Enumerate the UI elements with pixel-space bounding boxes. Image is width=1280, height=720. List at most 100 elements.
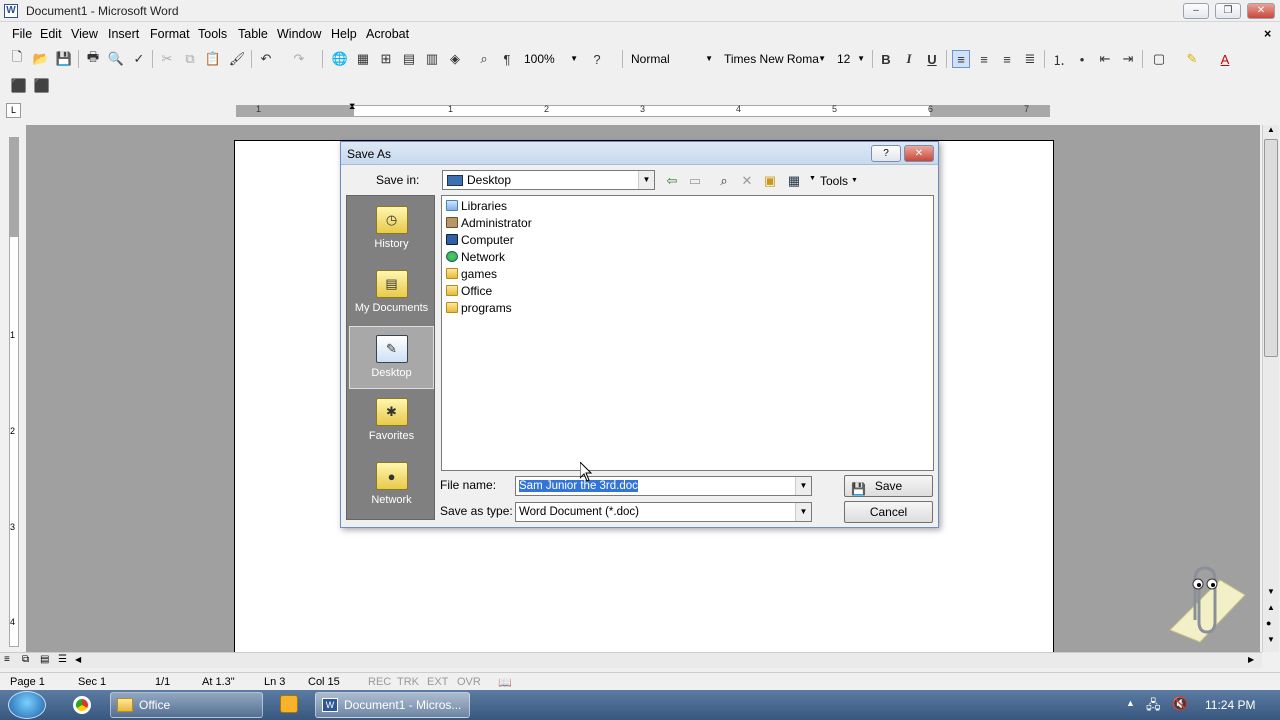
help-icon[interactable]: ?: [588, 50, 606, 68]
dialog-help-button[interactable]: ?: [871, 145, 901, 162]
chevron-down-icon[interactable]: ▼: [795, 477, 811, 495]
list-item[interactable]: Office: [446, 283, 492, 299]
horizontal-scrollbar[interactable]: ≡ ⧉ ▤ ☰ ◀ ▶: [0, 652, 1262, 668]
clock[interactable]: 11:24 PM: [1205, 698, 1255, 712]
menu-view[interactable]: View: [71, 27, 98, 41]
cut-icon[interactable]: ✂: [158, 50, 176, 68]
spelling-status-icon[interactable]: 📖: [498, 676, 512, 689]
tables-borders-icon[interactable]: ▦: [354, 50, 372, 68]
browse-object-icon[interactable]: ●: [1266, 618, 1271, 628]
document-close-icon[interactable]: ×: [1264, 27, 1271, 41]
list-item[interactable]: Network: [446, 249, 505, 265]
highlight-icon[interactable]: ✎: [1183, 50, 1201, 68]
indent-marker[interactable]: ⧗: [349, 101, 355, 112]
format-painter-icon[interactable]: 🖌: [228, 50, 246, 68]
increase-indent-icon[interactable]: ⇥: [1119, 50, 1137, 68]
scroll-up-icon[interactable]: ▲: [1267, 125, 1275, 134]
minimize-button[interactable]: –: [1183, 3, 1209, 19]
next-page-icon[interactable]: ▼: [1267, 635, 1275, 644]
print-view-icon[interactable]: ▤: [40, 654, 49, 665]
menu-file[interactable]: File: [12, 27, 32, 41]
font-select[interactable]: Times New Roma ▼: [719, 49, 829, 69]
save-disk-icon[interactable]: 💾: [55, 50, 73, 68]
font-color-icon[interactable]: A: [1216, 50, 1234, 68]
chrome-icon[interactable]: [73, 696, 91, 714]
scroll-right-icon[interactable]: ▶: [1248, 655, 1254, 664]
scroll-thumb[interactable]: [1264, 139, 1278, 357]
place-my-documents[interactable]: ▤ My Documents: [349, 262, 434, 325]
network-icon[interactable]: 🖧: [1146, 696, 1161, 718]
new-document-icon[interactable]: 🗋: [8, 49, 26, 68]
list-item[interactable]: Administrator: [446, 215, 532, 231]
previous-page-icon[interactable]: ▲: [1267, 603, 1275, 612]
align-left-icon[interactable]: ≡: [952, 50, 970, 68]
file-name-input[interactable]: Sam Junior the 3rd.doc ▼: [515, 476, 812, 496]
drawing-icon[interactable]: ◈: [446, 50, 464, 68]
status-ext[interactable]: EXT: [427, 676, 448, 688]
place-favorites[interactable]: ✱ Favorites: [349, 390, 434, 453]
list-item[interactable]: games: [446, 266, 497, 282]
save-as-type-select[interactable]: Word Document (*.doc) ▼: [515, 502, 812, 522]
chevron-down-icon[interactable]: ▼: [809, 175, 816, 182]
tray-expand-icon[interactable]: ▲: [1126, 698, 1135, 708]
menu-help[interactable]: Help: [331, 27, 357, 41]
status-rec[interactable]: REC: [368, 676, 391, 688]
style-select[interactable]: Normal ▼: [626, 49, 716, 69]
paste-icon[interactable]: 📋: [204, 50, 222, 68]
status-ovr[interactable]: OVR: [457, 676, 481, 688]
menu-table[interactable]: Table: [238, 27, 268, 41]
menu-insert[interactable]: Insert: [108, 27, 139, 41]
office-assistant-clippy[interactable]: [1160, 560, 1250, 645]
numbering-icon[interactable]: ⒈: [1050, 50, 1068, 68]
scroll-left-icon[interactable]: ◀: [75, 655, 81, 664]
list-item[interactable]: Computer: [446, 232, 514, 248]
menu-acrobat[interactable]: Acrobat: [366, 27, 409, 41]
columns-icon[interactable]: ▥: [423, 50, 441, 68]
place-desktop[interactable]: ✎ Desktop: [349, 326, 434, 389]
delete-icon[interactable]: ✕: [738, 173, 756, 189]
justify-icon[interactable]: ≣: [1021, 50, 1039, 68]
list-item[interactable]: Libraries: [446, 198, 507, 214]
new-folder-icon[interactable]: ▣: [761, 173, 779, 189]
print-icon[interactable]: 🖶: [84, 49, 102, 68]
insert-excel-icon[interactable]: ▤: [400, 50, 418, 68]
redo-icon[interactable]: ↷: [290, 50, 308, 68]
pdf-convert-icon[interactable]: ⬛: [10, 77, 28, 95]
file-list[interactable]: Libraries Administrator Computer Network…: [441, 195, 934, 471]
close-button[interactable]: ✕: [1247, 3, 1275, 19]
scroll-down-icon[interactable]: ▼: [1267, 587, 1275, 596]
media-player-icon[interactable]: [280, 695, 298, 713]
taskbar-word-button[interactable]: W Document1 - Micros...: [315, 692, 470, 718]
volume-muted-icon[interactable]: 🔇: [1172, 696, 1188, 712]
menu-format[interactable]: Format: [150, 27, 190, 41]
print-preview-icon[interactable]: 🔍: [107, 50, 125, 68]
dialog-close-button[interactable]: ✕: [904, 145, 934, 162]
menu-window[interactable]: Window: [277, 27, 321, 41]
font-size-select[interactable]: 12 ▼: [832, 49, 868, 69]
copy-icon[interactable]: ⧉: [181, 50, 199, 68]
tools-menu[interactable]: Tools: [820, 174, 848, 188]
cancel-button[interactable]: Cancel: [844, 501, 933, 523]
hyperlink-icon[interactable]: 🌐: [331, 50, 349, 68]
search-web-icon[interactable]: ⌕: [715, 173, 733, 189]
bullets-icon[interactable]: •: [1073, 50, 1091, 68]
align-center-icon[interactable]: ≡: [975, 50, 993, 68]
restore-button[interactable]: ❐: [1215, 3, 1241, 19]
vertical-scrollbar[interactable]: ▲ ▼ ▲ ● ▼: [1262, 125, 1279, 652]
bold-button[interactable]: B: [877, 50, 895, 68]
web-view-icon[interactable]: ⧉: [22, 654, 29, 665]
undo-icon[interactable]: ↶: [257, 50, 275, 68]
status-trk[interactable]: TRK: [397, 676, 419, 688]
decrease-indent-icon[interactable]: ⇤: [1096, 50, 1114, 68]
zoom-select[interactable]: 100% ▼: [519, 49, 581, 69]
menu-tools[interactable]: Tools: [198, 27, 227, 41]
place-history[interactable]: ◷ History: [349, 198, 434, 261]
tab-selector[interactable]: L: [6, 103, 21, 118]
start-button[interactable]: [8, 691, 46, 719]
taskbar-office-button[interactable]: Office: [110, 692, 263, 718]
italic-button[interactable]: I: [900, 50, 918, 68]
pdf-email-icon[interactable]: ⬛: [33, 77, 51, 95]
align-right-icon[interactable]: ≡: [998, 50, 1016, 68]
document-map-icon[interactable]: ⌕: [475, 50, 493, 68]
show-hide-icon[interactable]: ¶: [498, 50, 516, 68]
